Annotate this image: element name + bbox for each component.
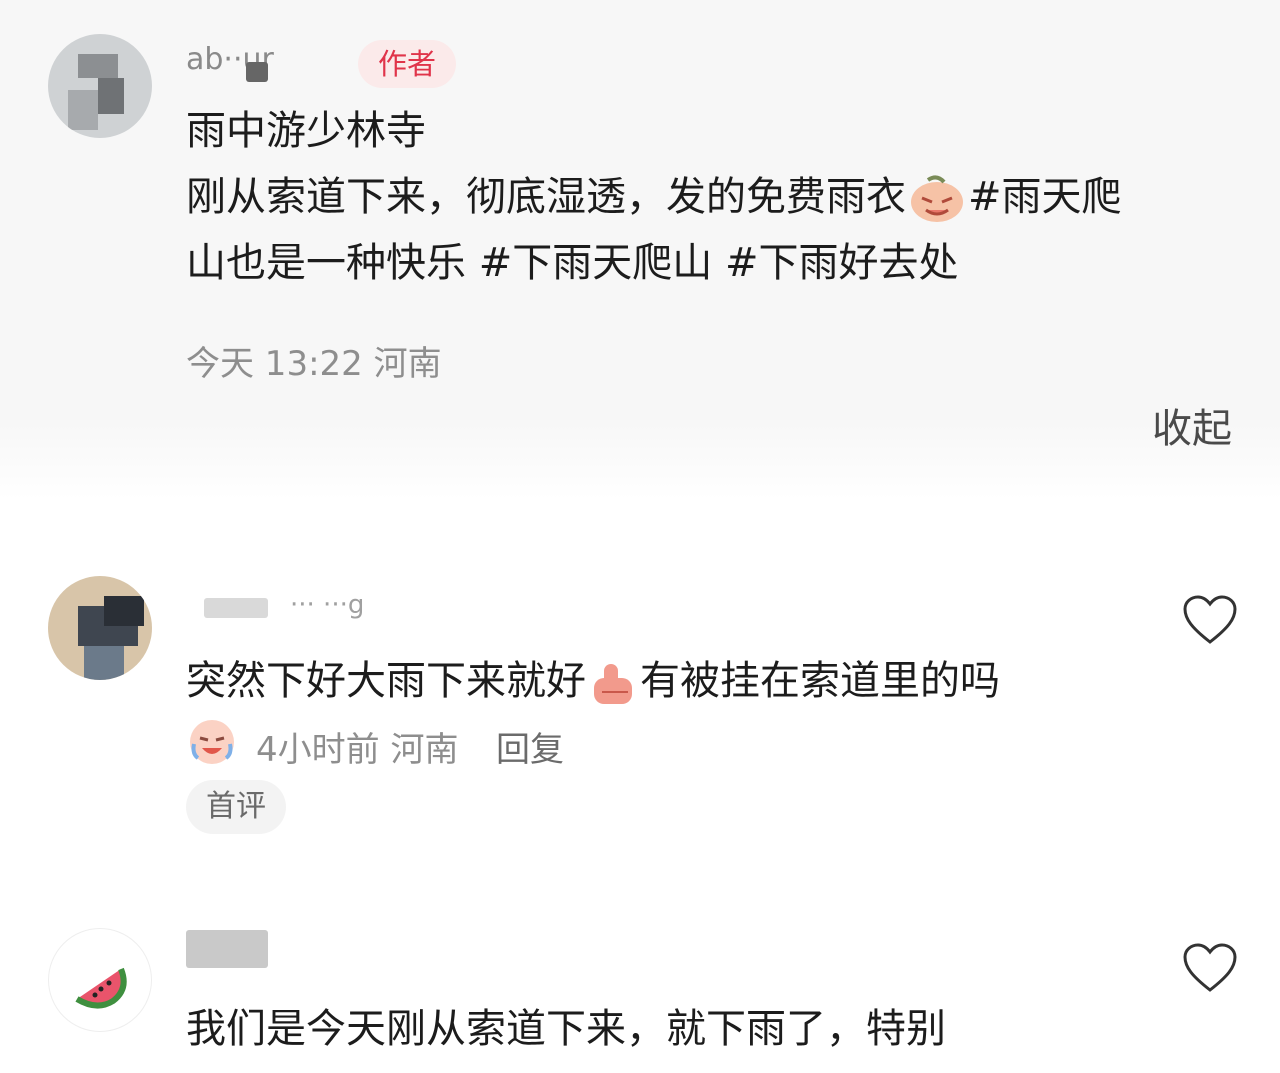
comment-text: 我们是今天刚从索道下来，就下雨了，特别 [186, 1006, 946, 1052]
first-comment-tag: 首评 [186, 780, 286, 834]
crying-laugh-emoji-icon[interactable] [186, 714, 238, 766]
laughing-emoji-icon [908, 174, 966, 224]
post-body-text-a: 刚从索道下来，彻底湿透，发的免费雨衣 [186, 174, 906, 220]
author-avatar[interactable] [48, 34, 152, 138]
comment-meta: 4小时前 河南 [256, 730, 459, 770]
collapse-button[interactable]: 收起 [1152, 396, 1232, 454]
thumbs-up-emoji-icon [588, 658, 638, 708]
commenter-avatar[interactable] [48, 928, 152, 1032]
watermelon-icon [75, 967, 127, 1009]
post-body-line1: 刚从索道下来，彻底湿透，发的免费雨衣 #雨天爬 [186, 164, 1122, 230]
heart-icon[interactable] [1182, 942, 1238, 994]
post-title: 雨中游少林寺 [186, 108, 426, 154]
comment-text-a: 突然下好大雨下来就好 [186, 658, 586, 704]
post-meta: 今天 13:22 河南 [186, 344, 442, 384]
commenter-avatar[interactable] [48, 576, 152, 680]
post-body-line2: 山也是一种快乐 #下雨天爬山 #下雨好去处 [186, 240, 959, 286]
username-blur [186, 930, 268, 968]
username-blur [204, 598, 268, 618]
heart-icon[interactable] [1182, 594, 1238, 646]
comment-text-b: 有被挂在索道里的吗 [640, 658, 1000, 704]
reply-button[interactable]: 回复 [496, 722, 564, 771]
post-hashtag-a[interactable]: #雨天爬 [968, 174, 1122, 220]
username-blur [246, 62, 268, 82]
author-badge: 作者 [358, 40, 456, 88]
comment-text: 突然下好大雨下来就好 有被挂在索道里的吗 [186, 648, 1000, 714]
commenter-username[interactable]: ··· ···g [290, 590, 364, 620]
